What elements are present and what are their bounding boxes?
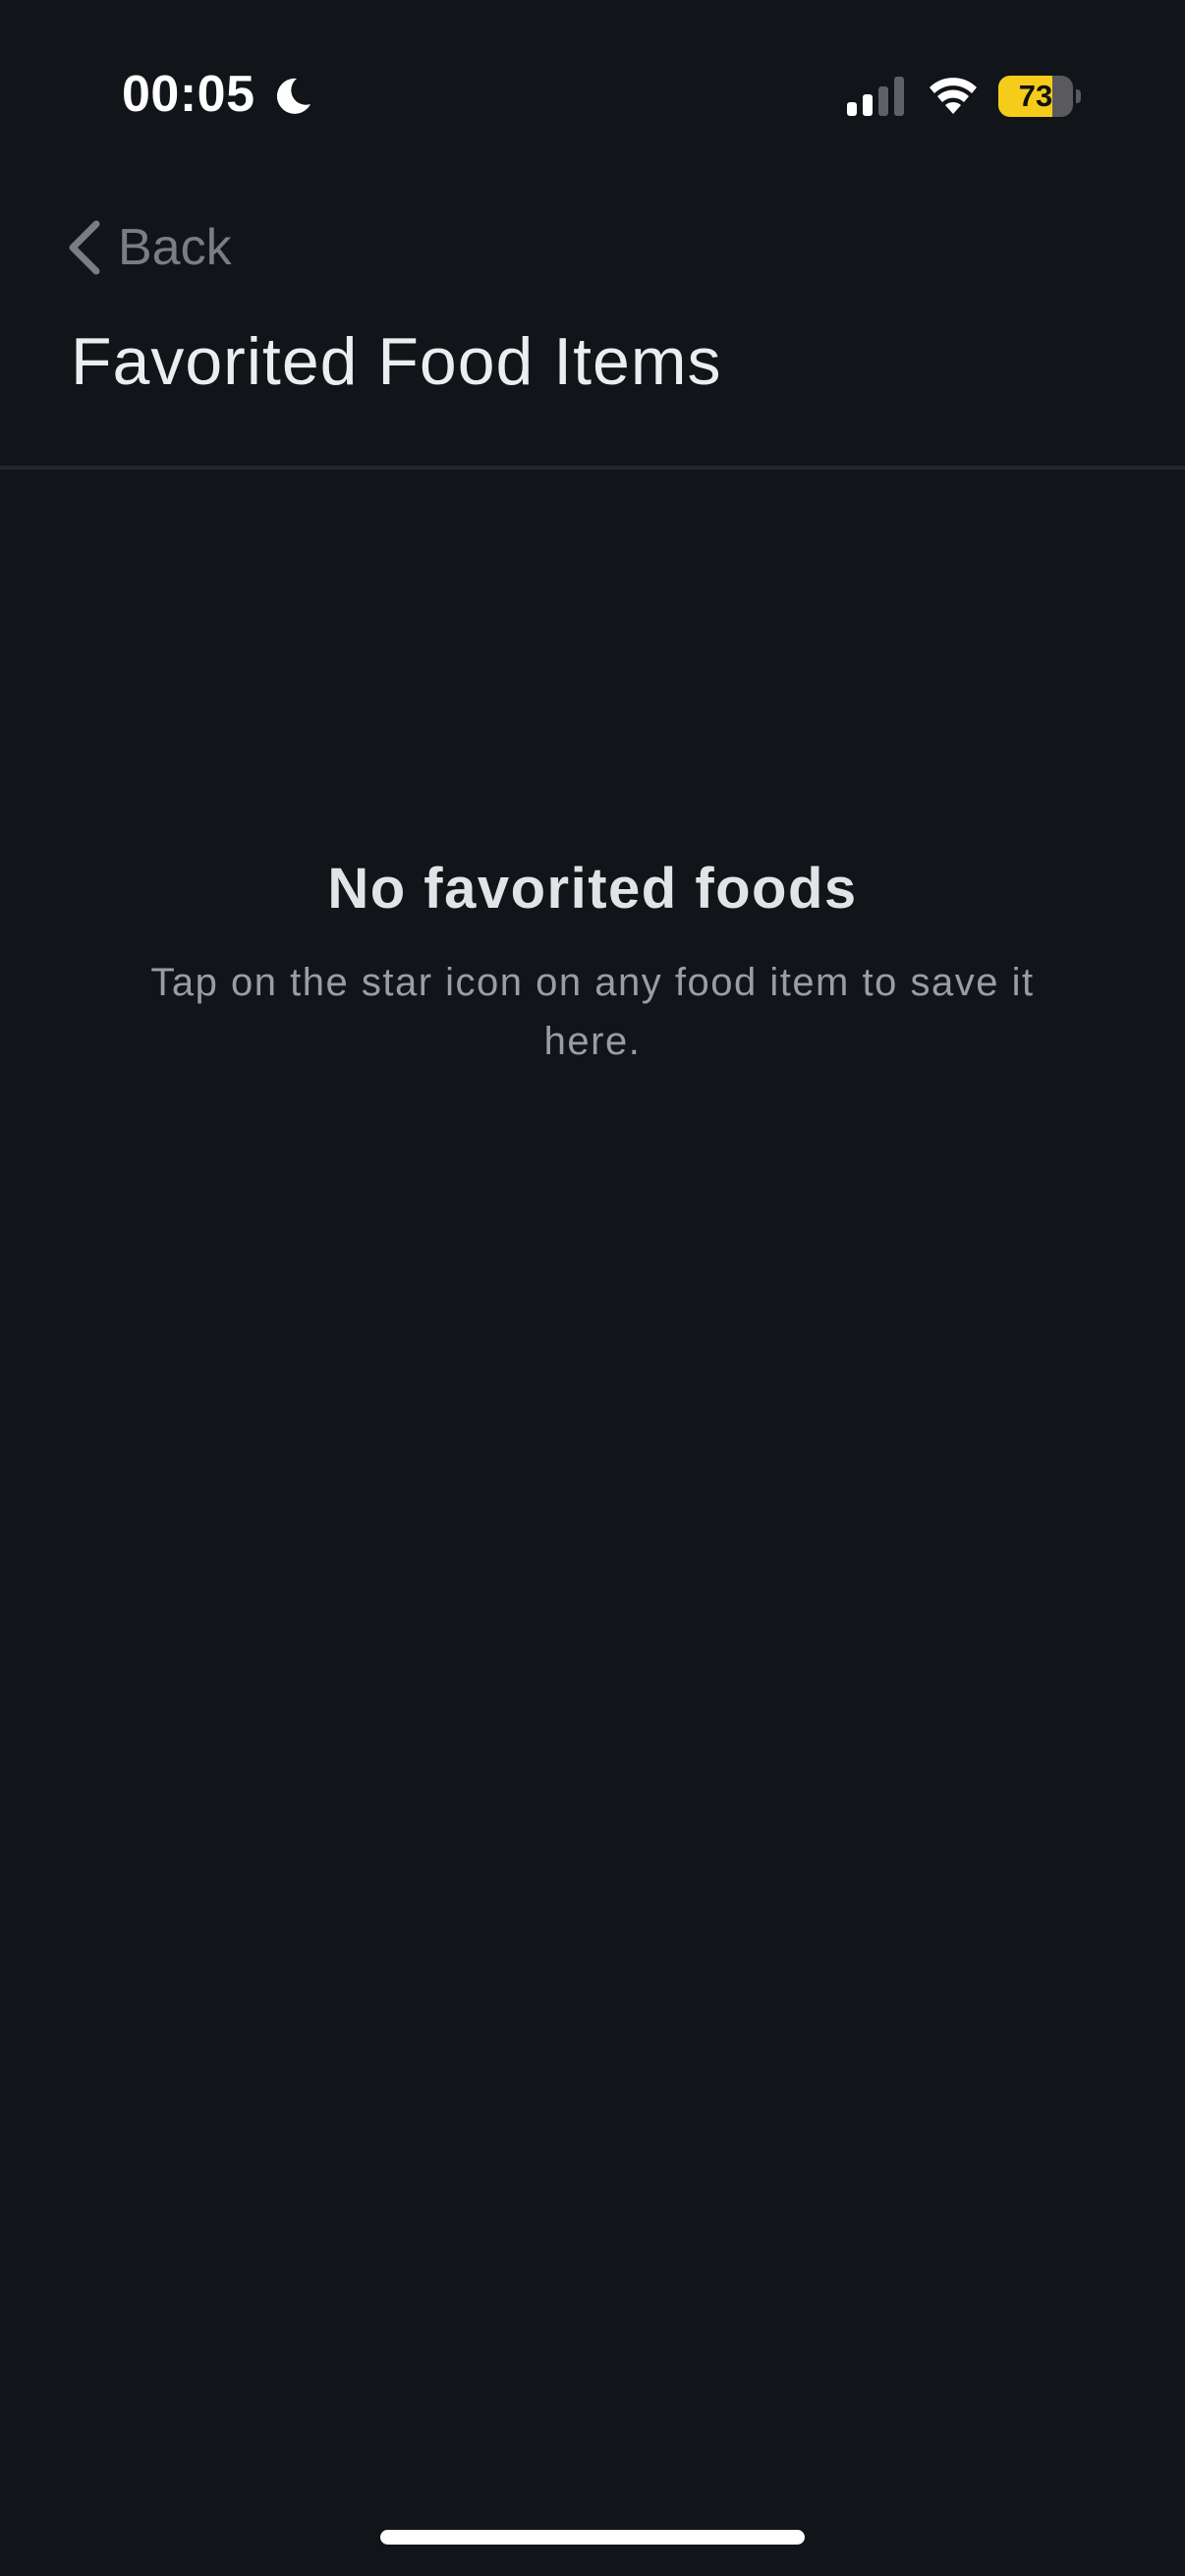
status-bar: 00:05 73 (0, 0, 1185, 177)
status-time: 00:05 (122, 66, 255, 123)
battery-level: 73 (1018, 79, 1053, 113)
empty-state-title: No favorited foods (327, 857, 858, 921)
wifi-icon (930, 78, 977, 114)
header-divider (0, 466, 1185, 470)
battery-indicator: 73 (998, 76, 1081, 117)
home-indicator[interactable] (380, 2530, 805, 2545)
battery-cap (1076, 89, 1081, 103)
back-button[interactable]: Back (63, 212, 232, 283)
cellular-signal-icon (847, 77, 904, 116)
moon-icon (276, 78, 310, 114)
empty-state: No favorited foods Tap on the star icon … (0, 845, 1185, 1071)
back-label: Back (118, 219, 232, 276)
chevron-left-icon (69, 220, 100, 275)
page-title: Favorited Food Items (71, 324, 722, 399)
empty-state-message: Tap on the star icon on any food item to… (150, 961, 1035, 1063)
battery-body: 73 (998, 76, 1073, 117)
